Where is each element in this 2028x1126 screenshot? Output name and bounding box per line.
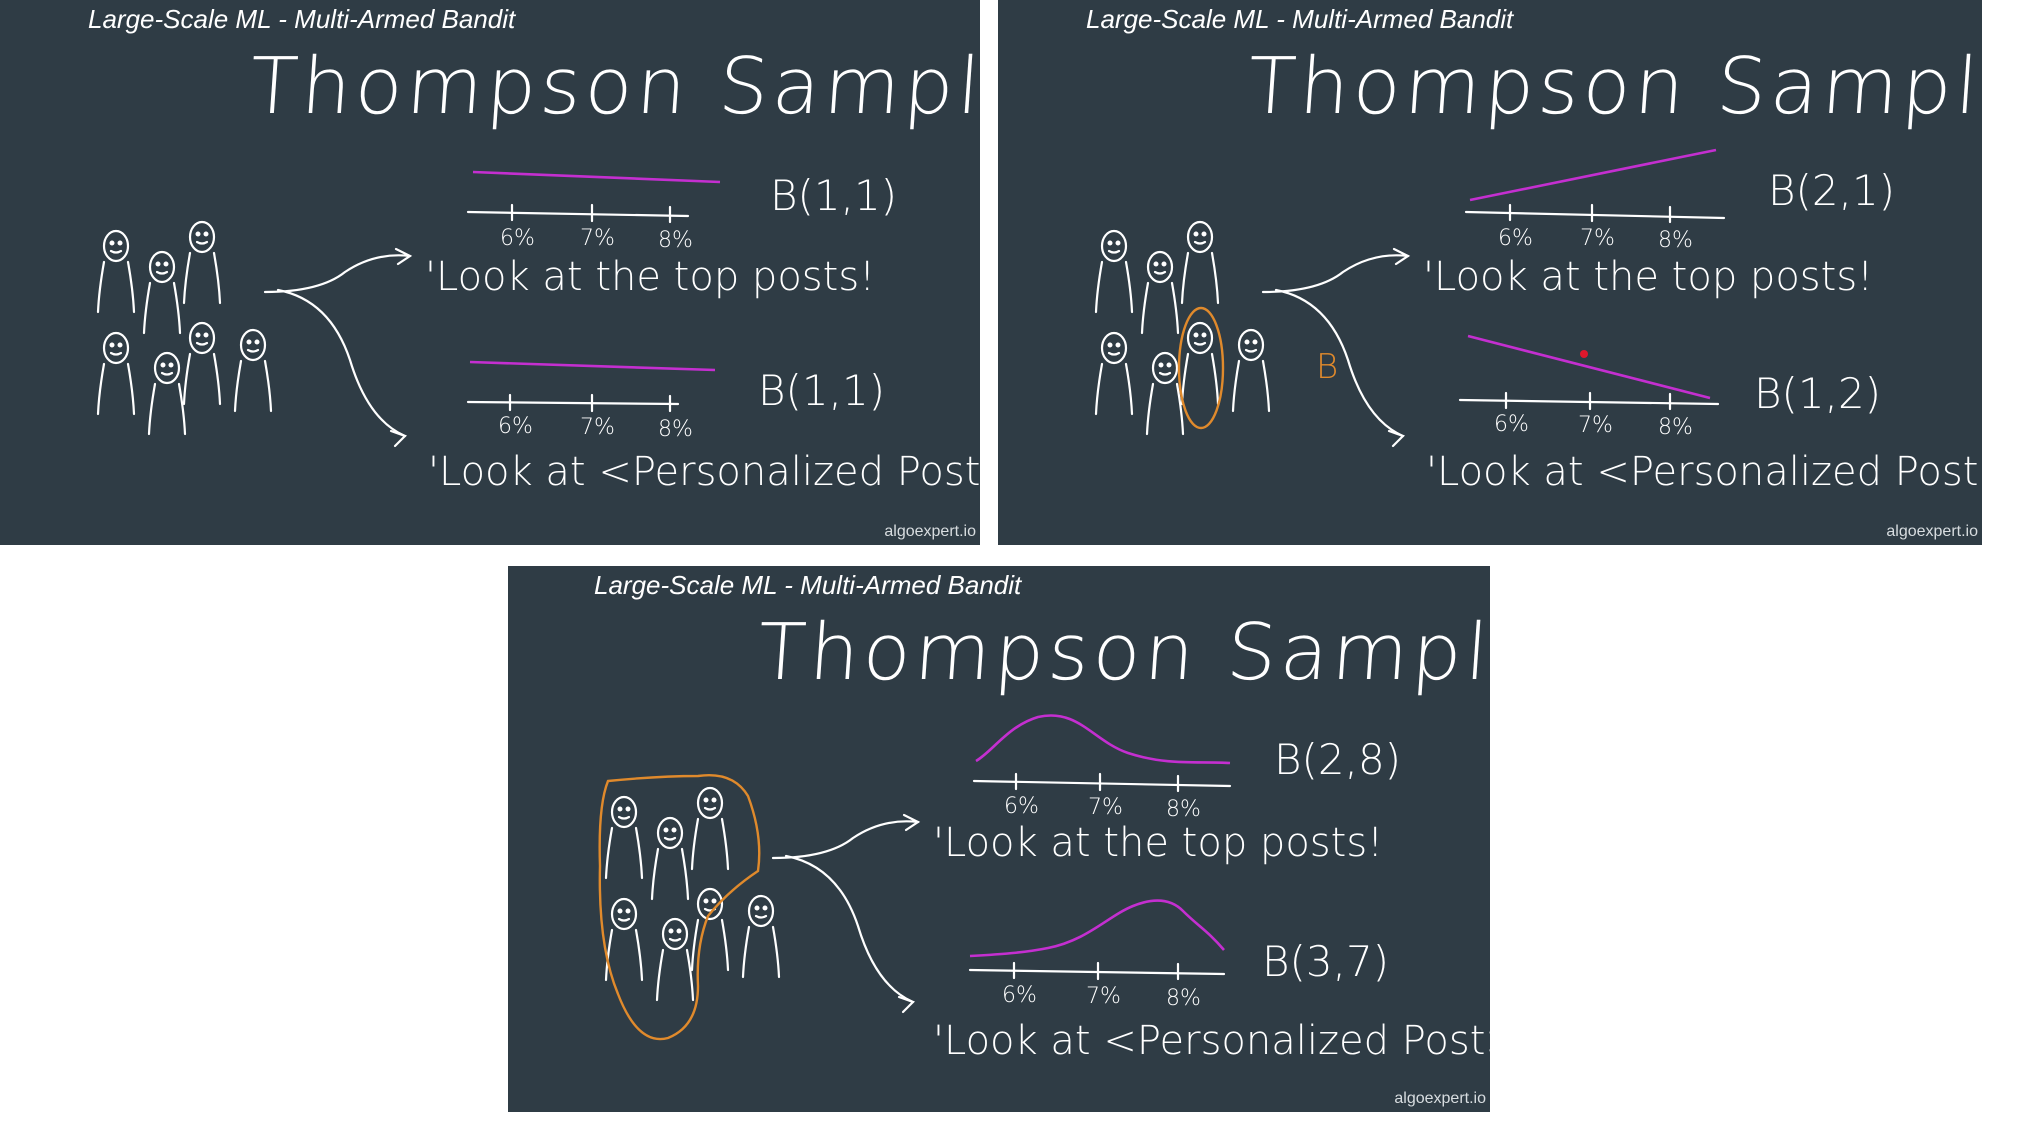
stick-figure-icon xyxy=(604,897,644,982)
axis-bottom xyxy=(466,400,680,406)
watermark: algoexpert.io xyxy=(884,523,976,540)
dist-label-bottom: B(1,2) xyxy=(1754,369,1881,418)
stick-figure-icon xyxy=(650,816,690,901)
dist-label-top: B(2,1) xyxy=(1768,166,1895,215)
sample-point xyxy=(1580,350,1588,358)
watermark: algoexpert.io xyxy=(1886,523,1978,540)
slide-header: Large-Scale ML - Multi-Armed Bandit xyxy=(88,4,516,34)
beta-curve-bottom xyxy=(469,360,716,372)
tick-label: 6% xyxy=(1494,412,1529,437)
stick-figure-icon xyxy=(1140,250,1180,335)
tick-label: 6% xyxy=(498,414,533,439)
stick-figure-icon xyxy=(604,795,644,880)
arrow-icon xyxy=(771,813,921,860)
stick-figure-icon xyxy=(1094,229,1134,314)
slide-title: Thompson Sampling xyxy=(1244,42,1982,132)
tick-label: 6% xyxy=(1498,226,1533,251)
stick-figure-icon xyxy=(233,328,273,413)
dist-label-bottom: B(1,1) xyxy=(758,366,885,415)
message-top: 'Look at the top posts! xyxy=(425,254,875,300)
tick-label: 7% xyxy=(1088,795,1123,820)
dist-label-top: B(2,8) xyxy=(1274,735,1401,784)
beta-curve-top xyxy=(472,170,721,184)
tick-label: 7% xyxy=(1086,984,1121,1009)
tick-label: 7% xyxy=(580,226,615,251)
stick-figure-icon xyxy=(741,894,781,979)
beta-curve-bottom xyxy=(1467,334,1711,400)
stick-figure-icon xyxy=(142,250,182,335)
message-bottom: 'Look at <Personalized Post>' xyxy=(428,449,980,495)
arrow-icon xyxy=(784,854,916,1014)
slide-1: 6% 7% 8% 6% 7% 8% B(1,1) B(1,1) 'Look at… xyxy=(0,0,980,545)
tick-label: 8% xyxy=(658,228,693,253)
slide-header: Large-Scale ML - Multi-Armed Bandit xyxy=(594,570,1022,600)
stick-figure-icon xyxy=(1180,321,1220,406)
stick-figure-icon xyxy=(1180,220,1220,305)
slide-header: Large-Scale ML - Multi-Armed Bandit xyxy=(1086,4,1514,34)
tick-label: 7% xyxy=(580,415,615,440)
message-bottom: 'Look at <Personalized Post>' xyxy=(1426,449,1982,495)
tick-label: 6% xyxy=(500,226,535,251)
axis-top xyxy=(466,210,690,218)
arrow-icon xyxy=(1261,247,1411,294)
message-bottom: 'Look at <Personalized Post>' xyxy=(933,1018,1490,1064)
group-highlight xyxy=(598,774,761,1041)
stick-figure-icon xyxy=(1231,328,1271,413)
tick-label: 7% xyxy=(1578,413,1613,438)
arrow-icon xyxy=(263,247,413,294)
stick-figure-icon xyxy=(690,786,730,871)
slide-2: B 6% 7% 8% 6% 7% 8% B(2,1) B(1,2) 'Look … xyxy=(998,0,1982,545)
message-top: 'Look at the top posts! xyxy=(1423,254,1873,300)
arrow-icon xyxy=(276,288,408,448)
tick-label: 6% xyxy=(1004,794,1039,819)
tick-label: 6% xyxy=(1002,983,1037,1008)
stick-figure-icon xyxy=(96,229,136,314)
stick-figure-icon xyxy=(147,351,187,436)
stick-figure-icon xyxy=(182,220,222,305)
beta-curve-top xyxy=(975,714,1231,765)
beta-curve-bottom xyxy=(969,899,1225,958)
stick-figure-icon xyxy=(1094,331,1134,416)
tick-label: 8% xyxy=(1658,415,1693,440)
tick-label: 8% xyxy=(658,417,693,442)
slide-title: Thompson Sampling xyxy=(246,42,980,132)
tick-label: 8% xyxy=(1166,986,1201,1011)
slide-3: 6% 7% 8% 6% 7% 8% B(2,8) B(3,7) 'Look at… xyxy=(508,566,1490,1112)
dist-label-top: B(1,1) xyxy=(770,171,897,220)
dist-label-bottom: B(3,7) xyxy=(1262,937,1389,986)
stick-figure-icon xyxy=(182,321,222,406)
tick-label: 8% xyxy=(1166,797,1201,822)
annotation: B xyxy=(1316,347,1338,387)
message-top: 'Look at the top posts! xyxy=(933,820,1383,866)
stick-figure-icon xyxy=(655,917,695,1002)
tick-label: 8% xyxy=(1658,228,1693,253)
arrow-icon xyxy=(1274,288,1406,448)
tick-label: 7% xyxy=(1580,226,1615,251)
watermark: algoexpert.io xyxy=(1394,1090,1486,1107)
beta-curve-top xyxy=(1469,148,1717,202)
stick-figure-icon xyxy=(96,331,136,416)
stick-figure-icon xyxy=(1145,351,1185,436)
slide-title: Thompson Sampling xyxy=(754,608,1490,698)
